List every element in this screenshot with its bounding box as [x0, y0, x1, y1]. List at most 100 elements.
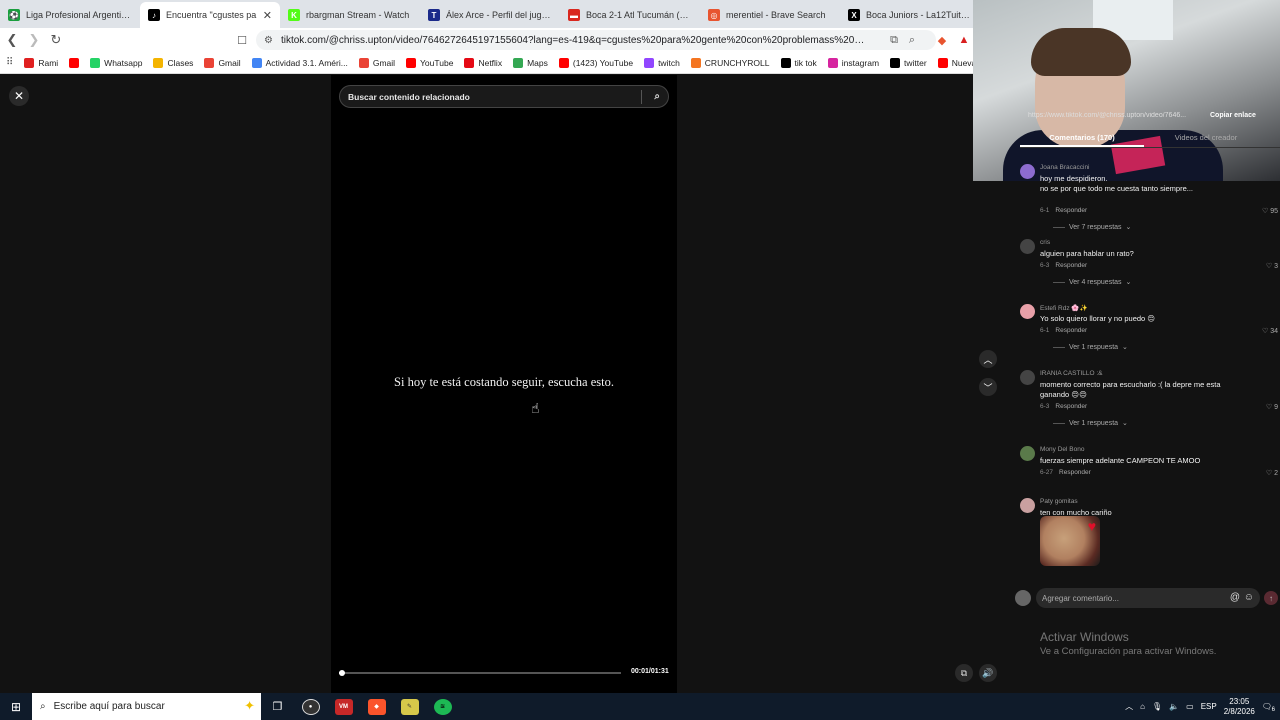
forward-button[interactable]: ❯ [24, 30, 44, 50]
speaker-icon[interactable]: 🔈 [1169, 702, 1179, 711]
zoom-icon[interactable]: ⌕ [904, 32, 920, 48]
post-comment-button[interactable]: ↑ [1264, 591, 1278, 605]
commenter-name[interactable]: Paty gomitas [1040, 498, 1078, 505]
bookmark-item[interactable]: Gmail [358, 57, 395, 68]
notification-icon[interactable]: 🗨 6 [1262, 702, 1275, 713]
back-button[interactable]: ❮ [2, 30, 22, 50]
previous-video-button[interactable]: ︿ [979, 350, 997, 368]
comment-likes[interactable]: ♡ 2 [1266, 469, 1278, 477]
reply-button[interactable]: Responder [1059, 469, 1091, 476]
start-button[interactable]: ⊞ [0, 693, 32, 720]
browser-tab[interactable]: ♪ Encuentra "cgustes pa ✕ [140, 2, 280, 28]
microphone-icon[interactable]: 🎙 [1152, 702, 1162, 711]
browser-tab[interactable]: ◎ merentiel - Brave Search [700, 2, 840, 28]
commenter-name[interactable]: Joana Bracaccini [1040, 164, 1090, 171]
related-search-input[interactable]: Buscar contenido relacionado ⌕ [339, 85, 669, 108]
comment-likes[interactable]: ♡ 3 [1266, 262, 1278, 270]
comment-likes[interactable]: ♡ 34 [1262, 327, 1278, 335]
reply-button[interactable]: Responder [1055, 403, 1087, 410]
video-progress-bar[interactable] [339, 670, 621, 676]
view-replies-button[interactable]: Ver 4 respuestas ⌄ [1053, 278, 1131, 286]
bookmark-item[interactable]: twitter [890, 57, 927, 68]
tab-creator-videos[interactable]: Videos del creador [1144, 130, 1268, 147]
commenter-avatar[interactable] [1020, 164, 1035, 179]
commenter-name[interactable]: IRANIA CASTILLO :& [1040, 370, 1103, 377]
view-replies-button[interactable]: Ver 7 respuestas ⌄ [1053, 223, 1131, 231]
bookmark-item[interactable]: (1423) YouTube [558, 57, 633, 68]
battery-icon[interactable]: ▭ [1186, 702, 1194, 711]
video-player[interactable]: Buscar contenido relacionado ⌕ Si hoy te… [331, 75, 677, 693]
commenter-avatar[interactable] [1020, 446, 1035, 461]
taskbar-app-voicemeeter[interactable]: VM [327, 693, 360, 720]
bookmark-favicon-icon [558, 57, 569, 68]
commenter-avatar[interactable] [1020, 370, 1035, 385]
pip-button[interactable]: ⧉ [955, 664, 973, 682]
teddy-bear-sticker: ♥ [1040, 516, 1100, 566]
search-icon[interactable]: ⌕ [654, 91, 660, 102]
bookmark-item[interactable]: Actividad 3.1. Améri... [251, 57, 348, 68]
clock[interactable]: 23:05 2/8/2026 [1224, 697, 1255, 717]
reload-button[interactable]: ↻ [46, 30, 66, 50]
next-video-button[interactable]: ﹀ [979, 378, 997, 396]
language-indicator[interactable]: ESP [1201, 702, 1217, 711]
bookmark-item[interactable]: twitch [644, 57, 680, 68]
apps-icon[interactable]: ⠿ [6, 57, 13, 68]
reply-button[interactable]: Responder [1055, 327, 1087, 334]
network-icon[interactable]: ⌂ [1140, 702, 1145, 711]
browser-tab[interactable]: ⚽ Liga Profesional Argentina - P [0, 2, 140, 28]
view-replies-button[interactable]: Ver 1 respuesta ⌄ [1053, 419, 1128, 427]
taskbar-search[interactable]: ⌕ Escribe aquí para buscar ✦ [32, 693, 261, 720]
view-replies-button[interactable]: Ver 1 respuesta ⌄ [1053, 343, 1128, 351]
site-info-icon[interactable]: ⚙ [264, 35, 273, 46]
extensions-icon[interactable]: ⧉ [886, 32, 902, 48]
taskbar-app-brave[interactable]: ◆ [360, 693, 393, 720]
brave-rewards-icon[interactable]: ▲ [956, 32, 972, 48]
task-view-button[interactable]: ❐ [261, 693, 294, 720]
bookmark-item[interactable]: Rami [24, 57, 58, 68]
commenter-name[interactable]: Mony Del Bono [1040, 446, 1084, 453]
copy-link-button[interactable]: Copiar enlace [1210, 112, 1256, 119]
taskbar-app-spotify[interactable]: ≋ [426, 693, 459, 720]
bookmark-item[interactable]: Gmail [204, 57, 241, 68]
bookmark-item[interactable] [69, 57, 80, 68]
bookmark-item[interactable]: Clases [153, 57, 193, 68]
commenter-avatar[interactable] [1020, 304, 1035, 319]
tab-comments[interactable]: Comentarios (170) [1020, 130, 1144, 147]
like-count: 95 [1270, 208, 1278, 215]
reply-button[interactable]: Responder [1055, 207, 1087, 214]
commenter-name[interactable]: Estefi Rdz 🌸✨ [1040, 304, 1088, 312]
browser-tab[interactable]: ▬ Boca 2-1 Atl Tucumán (28 de [560, 2, 700, 28]
reply-button[interactable]: Responder [1055, 262, 1087, 269]
close-video-button[interactable]: ✕ [9, 86, 29, 106]
brave-shield-icon[interactable]: ◆ [934, 32, 950, 48]
browser-tab[interactable]: T Álex Arce - Perfil del jugador [420, 2, 560, 28]
taskbar-app-obs[interactable]: ● [294, 693, 327, 720]
taskbar-app-notepad[interactable]: ✎ [393, 693, 426, 720]
comment-input[interactable]: Agregar comentario... @ ☺ [1036, 588, 1260, 608]
progress-knob[interactable] [339, 670, 345, 676]
browser-tab[interactable]: X Boca Juniors - La12Tuittera (@ [840, 2, 980, 28]
browser-tab[interactable]: Krbargman Stream - Watch [280, 2, 420, 28]
bookmark-item[interactable]: Maps [513, 57, 548, 68]
bookmark-item[interactable]: YouTube [406, 57, 453, 68]
video-time: 00:01/01:31 [631, 668, 669, 675]
mention-icon[interactable]: @ [1230, 592, 1240, 603]
commenter-name[interactable]: cris [1040, 239, 1050, 246]
close-tab-icon[interactable]: ✕ [263, 9, 272, 22]
volume-button[interactable]: 🔊 [979, 664, 997, 682]
bookmark-item[interactable]: CRUNCHYROLL [690, 57, 770, 68]
bookmark-favicon-icon [780, 57, 791, 68]
tray-chevron-icon[interactable]: ︿ [1125, 701, 1133, 712]
bookmark-item[interactable]: Netflix [464, 57, 502, 68]
bookmark-item[interactable]: tik tok [780, 57, 817, 68]
comment-likes[interactable]: ♡ 9 [1266, 403, 1278, 411]
comment-likes[interactable]: ♡ 95 [1262, 207, 1278, 215]
bookmark-item[interactable]: Whatsapp [90, 57, 142, 68]
bookmark-icon[interactable]: ☐ [234, 32, 250, 48]
address-bar[interactable]: ⚙ tiktok.com/@chriss.upton/video/7646272… [256, 30, 936, 50]
commenter-avatar[interactable] [1020, 498, 1035, 513]
commenter-avatar[interactable] [1020, 239, 1035, 254]
close-icon: ✕ [13, 89, 25, 103]
bookmark-item[interactable]: instagram [827, 57, 879, 68]
emoji-icon[interactable]: ☺ [1244, 592, 1254, 603]
